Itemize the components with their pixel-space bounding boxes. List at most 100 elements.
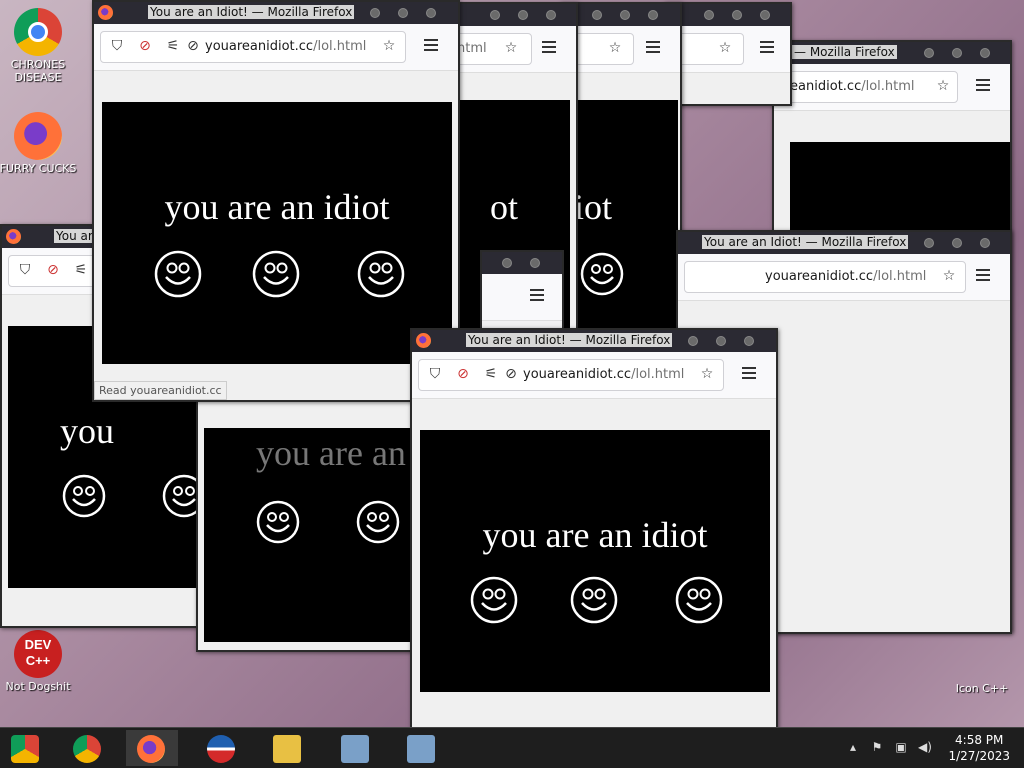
smiley-icon bbox=[356, 500, 400, 544]
minimize-button[interactable] bbox=[688, 336, 698, 346]
desktop-icon-chrones[interactable]: CHRONES DISEASE bbox=[0, 8, 78, 84]
navigation-bar bbox=[482, 274, 562, 321]
volume-icon[interactable]: ◀) bbox=[918, 740, 932, 754]
desktop-icon-iconcpp[interactable]: Icon C++ bbox=[942, 682, 1022, 695]
menu-icon[interactable] bbox=[530, 289, 544, 301]
close-button[interactable] bbox=[530, 258, 540, 268]
minimize-button[interactable] bbox=[704, 10, 714, 20]
window-titlebar[interactable] bbox=[482, 252, 562, 274]
bookmark-star-icon[interactable]: ☆ bbox=[503, 40, 519, 56]
permissions-icon[interactable]: ⚟ bbox=[73, 262, 89, 278]
menu-icon[interactable] bbox=[976, 79, 990, 91]
menu-icon[interactable] bbox=[542, 41, 556, 53]
taskbar-file-explorer-button[interactable] bbox=[262, 730, 314, 766]
tracking-icon[interactable]: ⊘ bbox=[45, 262, 61, 278]
close-button[interactable] bbox=[744, 336, 754, 346]
minimize-button[interactable] bbox=[924, 238, 934, 248]
tracking-icon[interactable]: ⊘ bbox=[455, 366, 471, 382]
installer-icon bbox=[407, 735, 435, 763]
menu-icon[interactable] bbox=[760, 41, 774, 53]
window-titlebar[interactable] bbox=[666, 4, 790, 26]
permissions-icon[interactable]: ⚟ bbox=[165, 38, 181, 54]
network-icon[interactable]: ▣ bbox=[894, 740, 908, 754]
tracking-icon[interactable]: ⊘ bbox=[137, 38, 153, 54]
minimize-button[interactable] bbox=[370, 8, 380, 18]
maximize-button[interactable] bbox=[716, 336, 726, 346]
minimize-button[interactable] bbox=[592, 10, 602, 20]
page-message: you are an idiot bbox=[482, 515, 708, 555]
page-message: you are an idiot bbox=[164, 187, 390, 227]
close-button[interactable] bbox=[760, 10, 770, 20]
bookmark-star-icon[interactable]: ☆ bbox=[607, 40, 623, 56]
taskbar-obama-button[interactable] bbox=[196, 730, 248, 766]
taskbar-installer-button[interactable] bbox=[330, 730, 382, 766]
window-titlebar[interactable]: — Mozilla Firefox bbox=[774, 42, 1010, 64]
page-content: you are an bbox=[204, 428, 428, 642]
camera-blocked-icon[interactable]: ⊘ bbox=[185, 38, 201, 54]
obama-icon bbox=[207, 735, 235, 763]
desktop-icon-furry[interactable]: FURRY CUCKS bbox=[0, 112, 78, 175]
tray-overflow-icon[interactable]: ▴ bbox=[846, 740, 860, 754]
close-button[interactable] bbox=[980, 238, 990, 248]
action-center-flag-icon[interactable]: ⚑ bbox=[870, 740, 884, 754]
taskbar-installer-button-2[interactable] bbox=[396, 730, 448, 766]
close-button[interactable] bbox=[426, 8, 436, 18]
navigation-bar: ☆ bbox=[666, 26, 790, 73]
permissions-icon[interactable]: ⚟ bbox=[483, 366, 499, 382]
url-bar[interactable]: ⛉ ⊘ ⚟ ⊘ youareanidiot.cc/lol.html ☆ bbox=[418, 359, 724, 391]
menu-icon[interactable] bbox=[646, 41, 660, 53]
shield-icon[interactable]: ⛉ bbox=[109, 38, 125, 54]
camera-blocked-icon[interactable]: ⊘ bbox=[503, 366, 519, 382]
url-bar[interactable]: reanidiot.cc/lol.html ☆ bbox=[776, 71, 958, 103]
window-titlebar[interactable] bbox=[562, 4, 680, 26]
taskbar-chrome-button-2[interactable] bbox=[62, 730, 114, 766]
browser-window-center[interactable]: you are an bbox=[196, 396, 430, 652]
bookmark-star-icon[interactable]: ☆ bbox=[941, 268, 957, 284]
close-button[interactable] bbox=[546, 10, 556, 20]
firefox-icon bbox=[6, 229, 21, 244]
shield-icon[interactable]: ⛉ bbox=[427, 366, 443, 382]
chrome-icon bbox=[14, 8, 62, 56]
menu-icon[interactable] bbox=[976, 269, 990, 281]
window-titlebar[interactable] bbox=[454, 4, 576, 26]
url-bar[interactable]: html ☆ bbox=[454, 33, 532, 65]
desktop-icon-devcpp[interactable]: DEV C++ Not Dogshit bbox=[0, 630, 78, 693]
url-bar[interactable]: ⛉ ⊘ ⚟ ⊘ youareanidiot.cc/lol.html ☆ bbox=[100, 31, 406, 63]
browser-window-front[interactable]: You are an Idiot! — Mozilla Firefox ⛉ ⊘ … bbox=[410, 328, 778, 730]
window-titlebar[interactable]: You are an Idiot! — Mozilla Firefox bbox=[412, 330, 776, 352]
close-button[interactable] bbox=[648, 10, 658, 20]
navigation-bar: youareanidiot.cc/lol.html ☆ bbox=[678, 254, 1010, 301]
menu-icon[interactable] bbox=[742, 367, 756, 379]
system-clock[interactable]: 4:58 PM 1/27/2023 bbox=[948, 732, 1010, 764]
minimize-button[interactable] bbox=[502, 258, 512, 268]
bookmark-star-icon[interactable]: ☆ bbox=[381, 38, 397, 54]
minimize-button[interactable] bbox=[924, 48, 934, 58]
browser-window-back-3[interactable]: ☆ liot bbox=[560, 2, 682, 336]
taskbar-firefox-button[interactable] bbox=[126, 730, 178, 766]
page-message: you bbox=[60, 411, 114, 451]
close-button[interactable] bbox=[980, 48, 990, 58]
taskbar-chrome-button[interactable] bbox=[0, 730, 52, 766]
bookmark-star-icon[interactable]: ☆ bbox=[717, 40, 733, 56]
page-content: you are an idiot bbox=[102, 102, 452, 364]
browser-window-top-left[interactable]: You are an Idiot! — Mozilla Firefox ⛉ ⊘ … bbox=[92, 0, 460, 402]
browser-window-small[interactable] bbox=[480, 250, 564, 334]
desktop-icon-label: FURRY CUCKS bbox=[0, 162, 77, 175]
maximize-button[interactable] bbox=[518, 10, 528, 20]
browser-window-back-2[interactable]: ☆ bbox=[664, 2, 792, 106]
minimize-button[interactable] bbox=[490, 10, 500, 20]
menu-icon[interactable] bbox=[424, 39, 438, 51]
window-titlebar[interactable]: You are an Idiot! — Mozilla Firefox bbox=[94, 2, 458, 24]
maximize-button[interactable] bbox=[398, 8, 408, 18]
bookmark-star-icon[interactable]: ☆ bbox=[935, 78, 951, 94]
navigation-bar: ⛉ ⊘ ⚟ ⊘ youareanidiot.cc/lol.html ☆ bbox=[412, 352, 776, 399]
window-titlebar[interactable]: You are an Idiot! — Mozilla Firefox bbox=[678, 232, 1010, 254]
maximize-button[interactable] bbox=[620, 10, 630, 20]
url-bar[interactable]: youareanidiot.cc/lol.html ☆ bbox=[684, 261, 966, 293]
maximize-button[interactable] bbox=[952, 48, 962, 58]
url-path: /lol.html bbox=[861, 79, 915, 94]
bookmark-star-icon[interactable]: ☆ bbox=[699, 366, 715, 382]
maximize-button[interactable] bbox=[732, 10, 742, 20]
maximize-button[interactable] bbox=[952, 238, 962, 248]
shield-icon[interactable]: ⛉ bbox=[17, 262, 33, 278]
